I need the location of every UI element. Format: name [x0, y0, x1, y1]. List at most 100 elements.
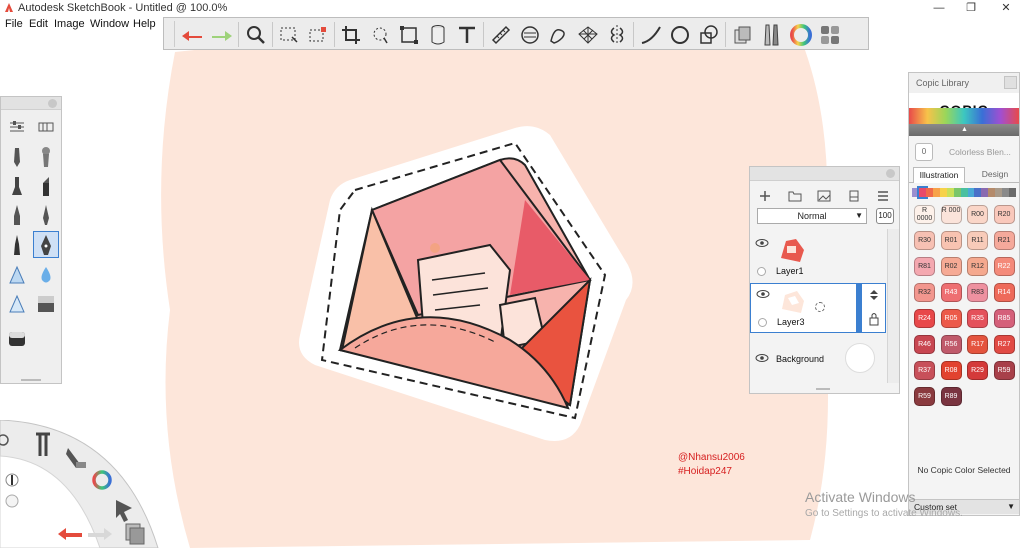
- airbrush-icon[interactable]: [33, 143, 59, 170]
- add-image-icon[interactable]: [815, 187, 833, 205]
- perspective-icon[interactable]: [424, 21, 451, 48]
- brush-library-icon[interactable]: [33, 113, 59, 140]
- copic-swatch[interactable]: R35: [967, 309, 988, 328]
- calligraphy-pen-icon[interactable]: [33, 231, 59, 258]
- layer-row-layer1[interactable]: Layer1: [750, 233, 886, 283]
- minimize-button[interactable]: —: [924, 1, 954, 15]
- layer-delete-icon[interactable]: [845, 187, 863, 205]
- close-button[interactable]: ✕: [991, 1, 1021, 15]
- copic-swatch[interactable]: R59: [914, 387, 935, 406]
- copic-swatch[interactable]: R22: [993, 257, 1015, 276]
- copic-swatch[interactable]: R85: [993, 309, 1015, 328]
- copic-swatch[interactable]: R43: [940, 283, 962, 302]
- copic-swatch[interactable]: R20: [993, 205, 1015, 224]
- copic-swatch[interactable]: R24: [914, 309, 935, 328]
- copic-swatch[interactable]: R11: [967, 231, 988, 250]
- brush-palette-resize-grip[interactable]: [21, 379, 41, 381]
- copic-swatch[interactable]: R12: [967, 257, 988, 276]
- layer-opacity-field[interactable]: 100: [876, 208, 894, 224]
- ballpoint-pen-icon[interactable]: [4, 201, 30, 228]
- layer-menu-icon[interactable]: [874, 187, 892, 205]
- french-curve-icon[interactable]: [545, 21, 572, 48]
- hard-eraser-icon[interactable]: [4, 324, 30, 351]
- eye-icon[interactable]: [755, 353, 769, 366]
- redo-icon[interactable]: [208, 21, 235, 48]
- color-wheel-icon[interactable]: [787, 21, 814, 48]
- ruler-icon[interactable]: [487, 21, 514, 48]
- menu-help[interactable]: Help: [133, 18, 156, 30]
- layer-editor-close-button[interactable]: [886, 169, 895, 178]
- menu-window[interactable]: Window: [90, 18, 129, 30]
- text-icon[interactable]: [453, 21, 480, 48]
- menu-image[interactable]: Image: [54, 18, 85, 30]
- copic-swatch[interactable]: R00: [967, 205, 988, 224]
- color-swatches-icon[interactable]: [816, 21, 843, 48]
- copic-swatch[interactable]: R32: [914, 283, 935, 302]
- eye-icon[interactable]: [755, 238, 769, 251]
- layer-select-radio[interactable]: [758, 318, 767, 327]
- copic-swatch[interactable]: R81: [914, 257, 935, 276]
- layer-move-icon[interactable]: [868, 289, 880, 304]
- layer-scrollbar[interactable]: [887, 229, 899, 383]
- chisel-marker-icon[interactable]: [33, 172, 59, 199]
- copic-swatch[interactable]: R83: [967, 283, 988, 302]
- copic-swatch[interactable]: R 000: [940, 205, 962, 224]
- toolbar-grip[interactable]: [165, 21, 175, 47]
- menu-edit[interactable]: Edit: [29, 18, 48, 30]
- zoom-icon[interactable]: [242, 21, 269, 48]
- copic-swatch[interactable]: R14: [993, 283, 1015, 302]
- copic-swatch[interactable]: R59: [993, 361, 1015, 380]
- brushes-icon[interactable]: [758, 21, 785, 48]
- layers-icon[interactable]: [729, 21, 756, 48]
- copic-swatch[interactable]: R27: [993, 335, 1015, 354]
- maximize-button[interactable]: ❐: [956, 1, 986, 15]
- sharpen-brush-icon[interactable]: [4, 290, 30, 317]
- brush-palette-close-button[interactable]: [48, 99, 57, 108]
- copic-swatch[interactable]: R29: [967, 361, 988, 380]
- fine-liner-icon[interactable]: [4, 231, 30, 258]
- ink-pen-icon[interactable]: [33, 201, 59, 228]
- transform-icon[interactable]: [395, 21, 422, 48]
- add-layer-icon[interactable]: [756, 187, 774, 205]
- copic-swatch[interactable]: R17: [967, 335, 988, 354]
- add-group-icon[interactable]: [786, 187, 804, 205]
- copic-swatch[interactable]: R02: [940, 257, 962, 276]
- eraser-icon[interactable]: [33, 290, 59, 317]
- layer-editor-resize-grip[interactable]: [816, 388, 830, 390]
- crop-icon[interactable]: [337, 21, 364, 48]
- copic-swatch[interactable]: R46: [914, 335, 935, 354]
- marker-brush-icon[interactable]: [4, 172, 30, 199]
- fill-icon[interactable]: [695, 21, 722, 48]
- select-icon[interactable]: [275, 21, 302, 48]
- copic-collapse-bar[interactable]: ▲: [909, 124, 1019, 136]
- background-color-swatch[interactable]: [845, 343, 875, 373]
- copic-swatch[interactable]: R56: [940, 335, 962, 354]
- perspective-grid-icon[interactable]: [574, 21, 601, 48]
- copic-swatch[interactable]: R05: [940, 309, 962, 328]
- colorless-blender[interactable]: 0 Colorless Blen...: [909, 139, 1019, 163]
- copic-swatch[interactable]: R 0000: [914, 205, 935, 224]
- copic-family-strip[interactable]: [912, 186, 1017, 199]
- copic-swatch[interactable]: R08: [940, 361, 962, 380]
- copic-swatch[interactable]: R37: [914, 361, 935, 380]
- drawing-canvas[interactable]: [150, 30, 840, 548]
- copic-close-button[interactable]: [1004, 76, 1017, 89]
- layer-lock-icon[interactable]: [868, 312, 880, 329]
- blend-mode-select[interactable]: Normal ▼: [757, 208, 867, 224]
- stroke-icon[interactable]: [637, 21, 664, 48]
- copic-swatch[interactable]: R01: [940, 231, 962, 250]
- blur-brush-icon[interactable]: [33, 261, 59, 288]
- smudge-brush-icon[interactable]: [4, 261, 30, 288]
- select-add-icon[interactable]: [304, 21, 331, 48]
- menu-file[interactable]: File: [5, 18, 23, 30]
- lagoon-menu[interactable]: [0, 420, 160, 548]
- lasso-icon[interactable]: [366, 21, 393, 48]
- copic-swatch[interactable]: R30: [914, 231, 935, 250]
- symmetry-icon[interactable]: [603, 21, 630, 48]
- brush-properties-icon[interactable]: [4, 113, 30, 140]
- eye-icon[interactable]: [756, 289, 770, 302]
- layer-select-radio[interactable]: [757, 267, 766, 276]
- pencil-brush-icon[interactable]: [4, 143, 30, 170]
- ellipse-guide-icon[interactable]: [516, 21, 543, 48]
- copic-swatch[interactable]: R21: [993, 231, 1015, 250]
